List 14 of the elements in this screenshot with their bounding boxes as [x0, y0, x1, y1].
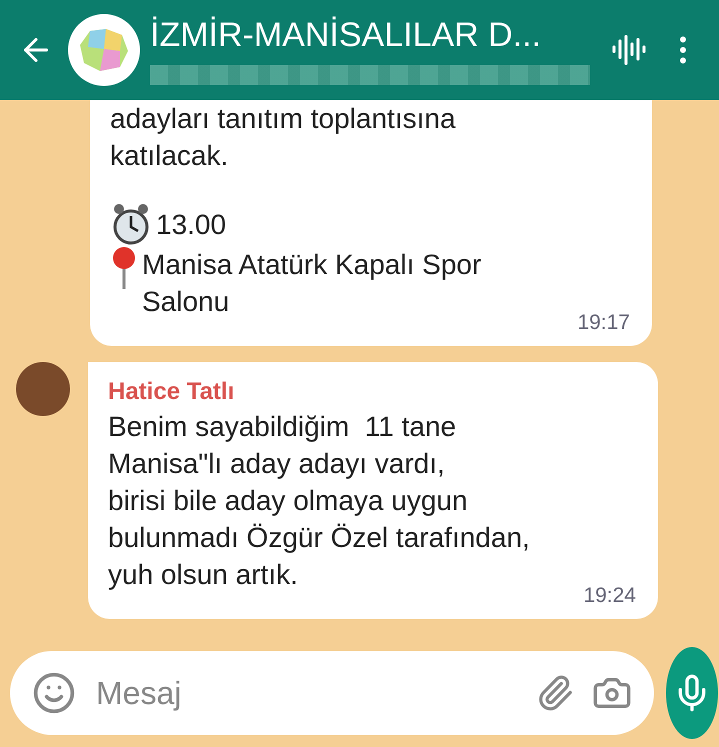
message-time: 19:17 — [577, 311, 630, 334]
sender-name: Hatice Tatlı — [108, 377, 236, 407]
message-text: Benim sayabildiğim 11 tane Manisa"lı aday adayı vardı, birisi bile aday olmaya uygun bulunmadı Özgür Özel tarafından, yuh olsun artık. — [108, 410, 531, 592]
message-field[interactable]: Mesaj — [10, 651, 654, 735]
paperclip-icon[interactable] — [536, 674, 574, 712]
pin-icon — [110, 246, 138, 290]
avatar-placeholder — [16, 362, 70, 416]
message-text: Manisa Atatürk Kapalı Spor Salonu — [142, 248, 482, 319]
chat-title[interactable]: İZMİR-MANİSALILAR D... — [150, 16, 597, 54]
message-text: 13.00 — [156, 208, 226, 242]
message-time: 19:24 — [583, 584, 636, 607]
emoji-icon[interactable] — [32, 671, 76, 715]
message-text: adayları tanıtım toplantısına katılacak. — [110, 102, 457, 173]
message-input[interactable]: Mesaj — [94, 674, 518, 712]
